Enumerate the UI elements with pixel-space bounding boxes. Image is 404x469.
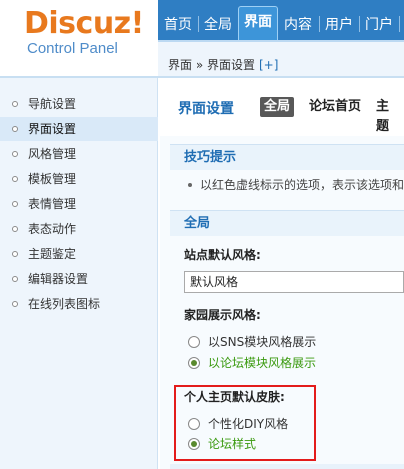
radio-button-checked[interactable]: [188, 357, 200, 369]
page-header: 界面设置 全局 论坛首页 主题: [160, 78, 404, 136]
subtab-thread[interactable]: 主题: [372, 97, 404, 134]
logo-subtitle: Control Panel: [27, 40, 118, 57]
sidebar-item-label: 导航设置: [28, 97, 77, 111]
sidebar-item-label: 界面设置: [28, 122, 77, 136]
bullet-icon: [12, 251, 18, 257]
radio-label: 以论坛模块风格展示: [208, 356, 317, 370]
home-style-option-forum[interactable]: 以论坛模块风格展示: [188, 354, 316, 372]
site-style-select[interactable]: 默认风格: [184, 271, 404, 293]
sidebar-item-label: 表情管理: [28, 197, 77, 211]
bullet-icon: [12, 276, 18, 282]
radio-label: 以SNS模块风格展示: [208, 335, 317, 349]
bullet-icon: [12, 201, 18, 207]
sidebar-item-reaction-actions[interactable]: 表态动作: [0, 217, 158, 241]
tip-text: 以红色虚线标示的选项，表示该选项和: [170, 172, 404, 198]
top-nav: 首页 全局 界面 内容 用户 门户: [158, 0, 404, 40]
sidebar-item-nav-settings[interactable]: 导航设置: [0, 92, 158, 116]
bullet-icon: [12, 226, 18, 232]
top-tab-users[interactable]: 用户: [321, 12, 357, 40]
home-style-option-sns[interactable]: 以SNS模块风格展示: [188, 333, 316, 351]
top-tab-home[interactable]: 首页: [160, 12, 196, 40]
sidebar-item-label: 主题鉴定: [28, 247, 77, 261]
subtab-global[interactable]: 全局: [260, 97, 295, 117]
top-tab-global[interactable]: 全局: [200, 12, 236, 40]
sidebar-item-template-management[interactable]: 模板管理: [0, 167, 158, 191]
sidebar-item-editor-settings[interactable]: 编辑器设置: [0, 267, 158, 291]
site-style-label: 站点默认风格:: [184, 248, 261, 262]
logo-wordmark: Discuz!: [24, 6, 144, 41]
radio-button[interactable]: [188, 336, 200, 348]
sidebar-item-smiley-management[interactable]: 表情管理: [0, 192, 158, 216]
sidebar-item-label: 风格管理: [28, 147, 77, 161]
page-title: 界面设置: [178, 101, 234, 117]
breadcrumb-bar: 界面 » 界面设置 [+]: [158, 40, 404, 76]
top-tab-content[interactable]: 内容: [280, 12, 316, 40]
sidebar-item-thread-stamps[interactable]: 主题鉴定: [0, 242, 158, 266]
sidebar-item-interface-settings[interactable]: 界面设置: [0, 117, 158, 141]
top-nav-divider: [198, 16, 199, 32]
bullet-icon: [12, 301, 18, 307]
top-nav-divider: [399, 16, 400, 32]
tips-heading: 技巧提示: [170, 144, 404, 170]
top-nav-divider: [359, 16, 360, 32]
highlight-box: [174, 385, 316, 461]
subtab-forum-home[interactable]: 论坛首页: [305, 97, 365, 117]
sidebar: 导航设置 界面设置 风格管理 模板管理 表情管理 表态动作 主题鉴定 编辑器设置…: [0, 78, 158, 469]
add-favorite-link[interactable]: [+]: [259, 58, 278, 72]
logo: Discuz! Control Panel: [0, 0, 160, 76]
breadcrumb: 界面 » 界面设置 [+]: [168, 56, 278, 73]
top-tab-portal[interactable]: 门户: [361, 12, 397, 40]
sidebar-item-online-list-icons[interactable]: 在线列表图标: [0, 292, 158, 316]
sidebar-item-label: 表态动作: [28, 222, 77, 236]
bottom-divider: [170, 464, 404, 469]
sidebar-item-style-management[interactable]: 风格管理: [0, 142, 158, 166]
home-style-label: 家园展示风格:: [184, 308, 261, 322]
bullet-icon: [12, 126, 18, 132]
bullet-icon: [12, 176, 18, 182]
top-nav-divider: [319, 16, 320, 32]
sidebar-item-label: 在线列表图标: [28, 297, 101, 311]
sidebar-item-label: 模板管理: [28, 172, 77, 186]
sidebar-item-label: 编辑器设置: [28, 272, 89, 286]
global-section-heading: 全局: [170, 210, 404, 236]
bullet-icon: [188, 183, 192, 187]
breadcrumb-path: 界面 » 界面设置: [168, 58, 255, 72]
tip-text-content: 以红色虚线标示的选项，表示该选项和: [200, 178, 404, 192]
bullet-icon: [12, 151, 18, 157]
bullet-icon: [12, 101, 18, 107]
top-tab-interface[interactable]: 界面: [238, 6, 278, 40]
